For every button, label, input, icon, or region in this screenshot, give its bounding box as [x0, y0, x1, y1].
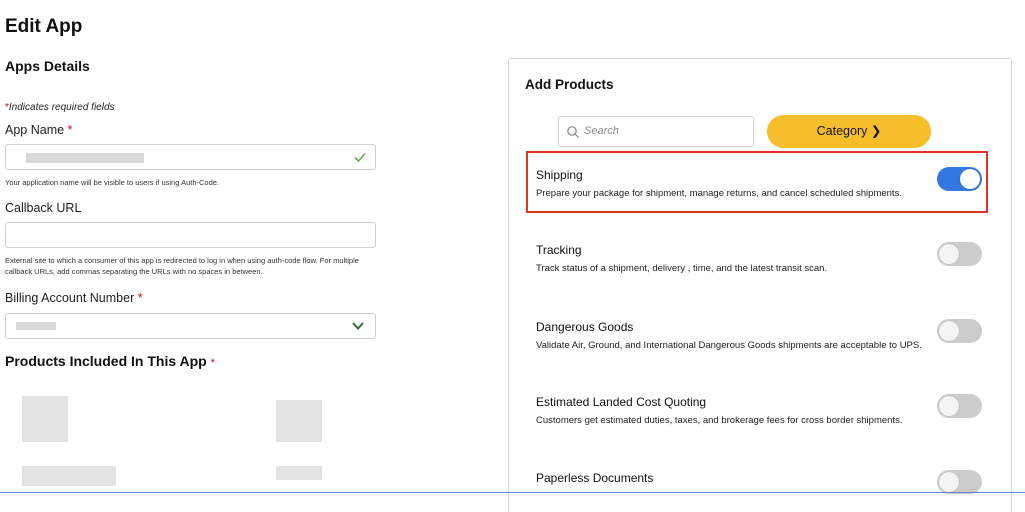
- search-placeholder: Search: [584, 125, 619, 137]
- app-name-label-text: App Name: [5, 123, 65, 137]
- product-name: Shipping: [536, 168, 583, 182]
- paperless-documents-toggle[interactable]: [937, 470, 982, 494]
- product-name: Tracking: [536, 243, 582, 257]
- billing-account-label: Billing Account Number *: [5, 291, 143, 305]
- search-icon: [567, 126, 579, 138]
- billing-account-select[interactable]: [5, 313, 376, 339]
- section-title: Apps Details: [5, 58, 90, 74]
- product-description: Track status of a shipment, delivery , t…: [536, 263, 828, 274]
- add-products-title: Add Products: [525, 77, 614, 92]
- app-name-input[interactable]: [5, 144, 376, 170]
- product-name: Estimated Landed Cost Quoting: [536, 395, 707, 409]
- highlight-box: [526, 151, 988, 213]
- chevron-down-icon: [352, 322, 364, 330]
- required-marker: *: [67, 123, 73, 137]
- page-title: Edit App: [5, 16, 83, 37]
- callback-url-helper: External site to which a consumer of thi…: [5, 256, 359, 276]
- product-search-input[interactable]: Search: [558, 116, 754, 147]
- redacted-product-label: [276, 466, 322, 480]
- redacted-product-label: [22, 466, 116, 486]
- product-description: Customers get estimated duties, taxes, a…: [536, 415, 903, 426]
- add-products-panel: Add Products Search Category ❯ Shipping …: [508, 58, 1012, 512]
- divider: [0, 492, 1025, 493]
- redacted-value: [26, 153, 144, 163]
- toggle-knob: [939, 396, 959, 416]
- toggle-knob: [939, 244, 959, 264]
- required-note-text: Indicates required fields: [8, 102, 115, 113]
- required-marker: *: [137, 291, 143, 305]
- product-name: Paperless Documents: [536, 471, 654, 485]
- app-name-label: App Name *: [5, 123, 72, 137]
- product-name: Dangerous Goods: [536, 320, 634, 334]
- products-heading-text: Products Included In This App: [5, 353, 207, 369]
- callback-url-input[interactable]: [5, 222, 376, 248]
- toggle-knob: [939, 321, 959, 341]
- redacted-value: [16, 322, 56, 330]
- app-name-helper: Your application name will be visible to…: [5, 178, 220, 187]
- tracking-toggle[interactable]: [937, 242, 982, 266]
- check-icon: [354, 152, 366, 163]
- products-included-heading: Products Included In This App *: [5, 353, 215, 369]
- callback-url-label: Callback URL: [5, 201, 82, 215]
- category-button[interactable]: Category ❯: [767, 115, 931, 148]
- product-description: Prepare your package for shipment, manag…: [536, 188, 902, 199]
- redacted-product-image: [22, 396, 68, 442]
- estimated-landed-cost-toggle[interactable]: [937, 394, 982, 418]
- required-marker: *: [210, 357, 215, 369]
- redacted-product-image: [276, 400, 322, 442]
- required-fields-note: *Indicates required fields: [5, 102, 115, 113]
- shipping-toggle[interactable]: [937, 167, 982, 191]
- toggle-knob: [960, 169, 980, 189]
- product-description: Validate Air, Ground, and International …: [536, 340, 922, 351]
- toggle-knob: [939, 472, 959, 492]
- dangerous-goods-toggle[interactable]: [937, 319, 982, 343]
- billing-label-text: Billing Account Number: [5, 291, 135, 305]
